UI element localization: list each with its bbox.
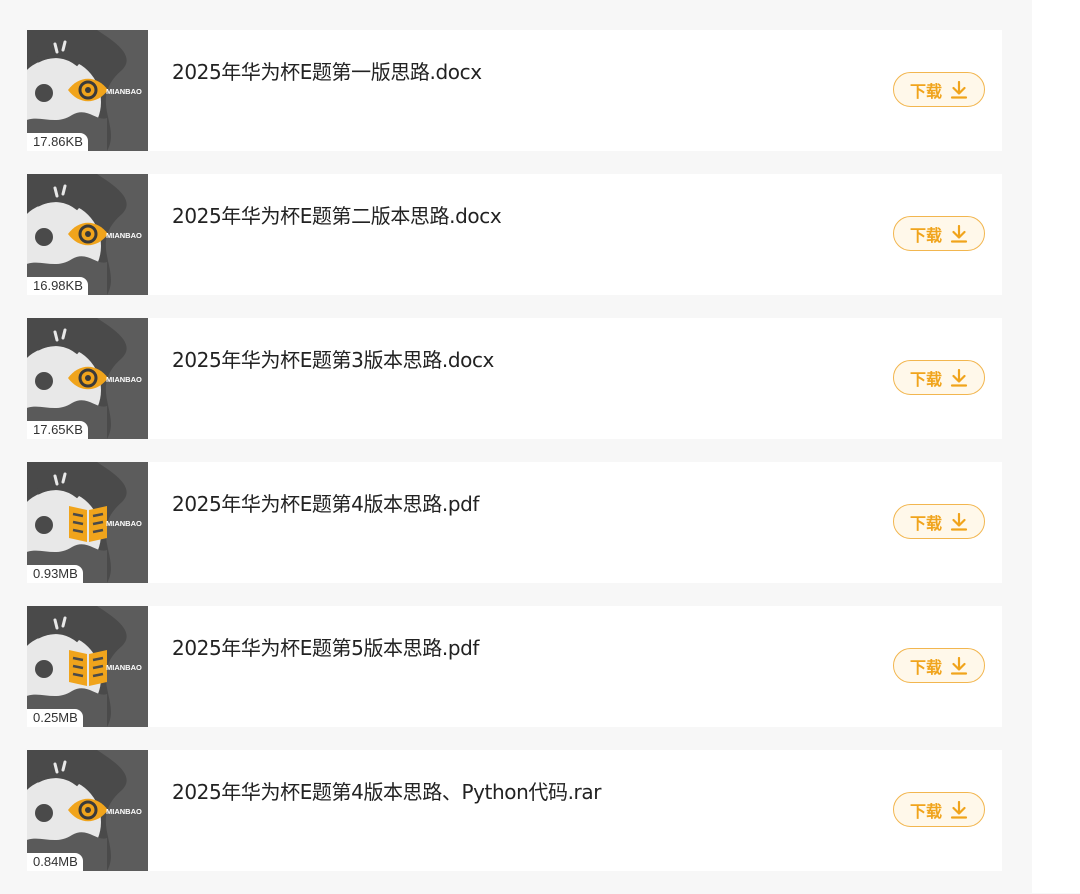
file-thumbnail[interactable]: MIANBAO 16.98KB [27,174,148,295]
file-size-badge: 0.84MB [27,853,83,871]
file-card: MIANBAO 16.98KB 2025年华为杯E题第二版本思路.docx 下载 [27,174,1002,295]
file-list: MIANBAO 17.86KB 2025年华为杯E题第一版思路.docx 下载 … [27,30,1002,894]
file-card: MIANBAO 0.25MB 2025年华为杯E题第5版本思路.pdf 下载 [27,606,1002,727]
download-button[interactable]: 下载 [893,504,985,539]
download-arrow-icon [950,656,968,675]
file-thumbnail[interactable]: MIANBAO 0.93MB [27,462,148,583]
download-button-label: 下载 [909,369,942,389]
file-name[interactable]: 2025年华为杯E题第5版本思路.pdf [172,632,479,661]
download-button[interactable]: 下载 [893,216,985,251]
file-size-badge: 0.93MB [27,565,83,583]
download-arrow-icon [950,800,968,819]
file-name[interactable]: 2025年华为杯E题第一版思路.docx [172,56,482,85]
download-button-label: 下载 [909,801,942,821]
svg-text:MIANBAO: MIANBAO [106,519,142,528]
download-button[interactable]: 下载 [893,792,985,827]
file-size-badge: 17.65KB [27,421,88,439]
svg-text:MIANBAO: MIANBAO [106,231,142,240]
download-arrow-icon [950,512,968,531]
svg-text:MIANBAO: MIANBAO [106,87,142,96]
file-thumbnail[interactable]: MIANBAO 0.84MB [27,750,148,871]
download-button-label: 下载 [909,513,942,533]
file-thumbnail[interactable]: MIANBAO 17.65KB [27,318,148,439]
file-thumbnail[interactable]: MIANBAO 17.86KB [27,30,148,151]
file-thumbnail[interactable]: MIANBAO 0.25MB [27,606,148,727]
file-name[interactable]: 2025年华为杯E题第4版本思路、Python代码.rar [172,776,601,805]
file-size-badge: 16.98KB [27,277,88,295]
file-card: MIANBAO 17.86KB 2025年华为杯E题第一版思路.docx 下载 [27,30,1002,151]
download-arrow-icon [950,80,968,99]
download-button[interactable]: 下载 [893,360,985,395]
file-name[interactable]: 2025年华为杯E题第4版本思路.pdf [172,488,479,517]
download-arrow-icon [950,368,968,387]
file-name[interactable]: 2025年华为杯E题第二版本思路.docx [172,200,502,229]
file-name[interactable]: 2025年华为杯E题第3版本思路.docx [172,344,494,373]
download-button[interactable]: 下载 [893,648,985,683]
download-button-label: 下载 [909,225,942,245]
file-card: MIANBAO 0.93MB 2025年华为杯E题第4版本思路.pdf 下载 [27,462,1002,583]
svg-text:MIANBAO: MIANBAO [106,663,142,672]
file-card: MIANBAO 17.65KB 2025年华为杯E题第3版本思路.docx 下载 [27,318,1002,439]
svg-text:MIANBAO: MIANBAO [106,807,142,816]
download-button[interactable]: 下载 [893,72,985,107]
file-size-badge: 17.86KB [27,133,88,151]
right-gutter [1032,0,1080,893]
file-size-badge: 0.25MB [27,709,83,727]
download-button-label: 下载 [909,81,942,101]
download-arrow-icon [950,224,968,243]
download-button-label: 下载 [909,657,942,677]
svg-text:MIANBAO: MIANBAO [106,375,142,384]
file-card: MIANBAO 0.84MB 2025年华为杯E题第4版本思路、Python代码… [27,750,1002,871]
